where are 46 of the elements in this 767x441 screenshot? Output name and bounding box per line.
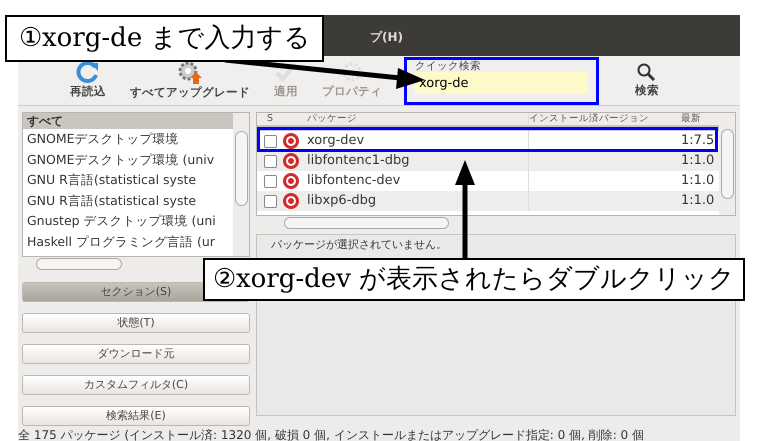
description-text: パッケージが選択されていません。	[271, 237, 448, 253]
field-label: クイック検索	[415, 60, 482, 72]
checkbox[interactable]	[264, 174, 276, 188]
filter-button[interactable]: カスタムフィルタ(C)	[22, 375, 250, 395]
package-name[interactable]: libfontenc-dev	[303, 171, 528, 191]
menu-item[interactable]: プ(H)	[370, 28, 404, 46]
filter-button[interactable]: 検索結果(E)	[22, 406, 250, 426]
toolbar-button[interactable]: 再読込	[58, 60, 118, 100]
section-item[interactable]: GNOMEデスクトップ環境	[23, 129, 233, 150]
search-icon	[636, 62, 658, 82]
package-name[interactable]: libfontenc1-dbg	[303, 151, 528, 171]
callout-tooltip: ①xorg-de まで入力する	[5, 15, 324, 62]
section-item[interactable]: Haskell プログラミング言語 (ur	[23, 232, 233, 252]
toolbar-button[interactable]: すべてアップグレード	[118, 60, 262, 102]
search-field[interactable]: xorg-de	[415, 72, 588, 94]
status-text: 全 175 パッケージ (インストール済: 1320 個, 破損 0 個, インストールまたはアップグレード指定: 0 個, 削除: 0 個	[18, 427, 644, 441]
checkbox[interactable]	[264, 194, 276, 208]
filter-button[interactable]: 状態(T)	[22, 313, 250, 333]
search-button[interactable]: 検索	[623, 62, 671, 100]
check-icon	[274, 60, 298, 83]
list-header[interactable]: すべて	[23, 113, 233, 129]
column-header: パッケージ	[306, 113, 358, 125]
scrollbar-thumb[interactable]	[284, 217, 449, 229]
section-item[interactable]: Gnustep デスクトップ環境 (uni	[23, 211, 233, 232]
section-item[interactable]: GNU R言語(statistical syste	[23, 170, 233, 190]
version-text: 1:7.5	[681, 133, 714, 148]
gear-icon	[176, 60, 204, 84]
column-header: インストール済バージョン	[528, 113, 677, 125]
column-header: S	[266, 113, 274, 125]
section-item[interactable]: GNOMEデスクトップ環境 (univ	[23, 150, 233, 170]
package-name[interactable]: xorg-dev	[303, 131, 528, 151]
package-name[interactable]: libxp6-dbg	[303, 191, 528, 211]
version-text: 1:1.0	[681, 153, 714, 168]
version-text: 1:1.0	[681, 193, 714, 208]
filter-button[interactable]: ダウンロード元	[22, 344, 250, 364]
scrollbar-thumb[interactable]	[36, 258, 122, 270]
column-header: 最新	[680, 113, 702, 125]
scrollbar-thumb[interactable]	[235, 131, 248, 206]
reload-icon	[76, 60, 100, 83]
checkbox[interactable]	[264, 134, 276, 148]
version-text: 1:1.0	[681, 173, 714, 188]
scrollbar-thumb[interactable]	[721, 129, 734, 199]
callout-tooltip: ②xorg-dev が表示されたらダブルクリック	[203, 258, 746, 302]
checkbox[interactable]	[264, 154, 276, 168]
section-item[interactable]: GNU R言語(statistical syste	[23, 190, 233, 211]
gear-icon	[340, 60, 364, 83]
